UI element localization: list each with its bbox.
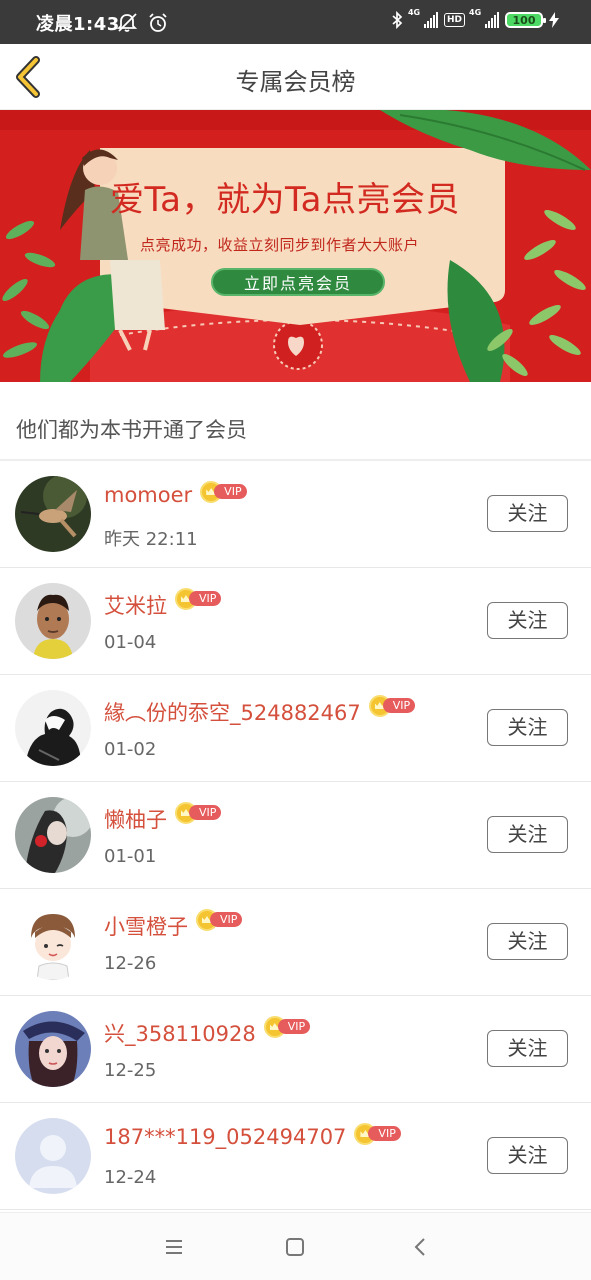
follow-button[interactable]: 关注 bbox=[487, 709, 568, 746]
back-triangle-icon bbox=[414, 1238, 425, 1256]
system-nav-bar bbox=[0, 1212, 591, 1280]
vip-badge: VIP bbox=[175, 802, 225, 824]
member-date: 昨天 22:11 bbox=[104, 529, 198, 550]
cartoon-kid-avatar bbox=[15, 904, 91, 980]
notifications-off-icon bbox=[116, 13, 138, 32]
avatar[interactable] bbox=[15, 1118, 91, 1194]
follow-button[interactable]: 关注 bbox=[487, 816, 568, 853]
status-time: 凌晨1:43 bbox=[36, 14, 120, 35]
girl-with-apple-avatar bbox=[15, 797, 91, 873]
member-date: 12-24 bbox=[104, 1167, 157, 1188]
hd-icon: HD bbox=[443, 13, 465, 27]
member-row[interactable]: 懒柚子 VIP 01-01 关注 bbox=[0, 782, 591, 889]
woman-portrait-avatar bbox=[15, 1011, 91, 1087]
member-name: 緣︵份的忝空_524882467 bbox=[104, 701, 361, 725]
vip-badge: VIP bbox=[368, 695, 419, 717]
signal-icon-2: 4G bbox=[469, 8, 499, 28]
dark-figure-avatar bbox=[15, 690, 91, 766]
vip-badge: VIP bbox=[175, 588, 225, 610]
banner-title: 爱Ta，就为Ta点亮会员 bbox=[110, 180, 460, 220]
follow-button[interactable]: 关注 bbox=[487, 923, 568, 960]
member-name: 187***119_052494707 bbox=[104, 1125, 347, 1149]
member-row[interactable]: 兴_358110928 VIP 12-25 关注 bbox=[0, 996, 591, 1103]
member-date: 01-01 bbox=[104, 846, 157, 867]
vip-badge: VIP bbox=[263, 1016, 314, 1038]
avatar[interactable] bbox=[15, 690, 91, 766]
man-portrait-avatar bbox=[15, 583, 91, 659]
bluetooth-icon bbox=[392, 11, 403, 29]
member-row[interactable]: momoer VIP 昨天 22:11 关注 bbox=[0, 461, 591, 568]
vip-badge: VIP bbox=[200, 481, 250, 503]
member-row[interactable]: 187***119_052494707 VIP 12-24 关注 bbox=[0, 1103, 591, 1210]
signal-icon: 4G bbox=[408, 8, 438, 28]
page-title: 专属会员榜 bbox=[235, 68, 356, 96]
member-date: 12-25 bbox=[104, 1060, 157, 1081]
hummingbird-avatar bbox=[15, 476, 91, 552]
member-name: 小雪橙子 bbox=[104, 915, 188, 939]
follow-button[interactable]: 关注 bbox=[487, 602, 568, 639]
default-user-avatar bbox=[15, 1118, 91, 1194]
member-row[interactable]: 小雪橙子 VIP 12-26 关注 bbox=[0, 889, 591, 996]
charging-icon bbox=[549, 12, 559, 28]
section-heading: 他们都为本书开通了会员 bbox=[16, 418, 247, 442]
avatar[interactable] bbox=[15, 476, 91, 552]
member-name: 兴_358110928 bbox=[104, 1022, 256, 1046]
member-row[interactable]: 緣︵份的忝空_524882467 VIP 01-02 关注 bbox=[0, 675, 591, 782]
status-bar: 凌晨1:43 4G HD 4G 100 bbox=[0, 0, 591, 44]
member-row[interactable]: 艾米拉 VIP 01-04 关注 bbox=[0, 568, 591, 675]
member-name: 艾米拉 bbox=[104, 594, 167, 618]
follow-button[interactable]: 关注 bbox=[487, 1137, 568, 1174]
avatar[interactable] bbox=[15, 583, 91, 659]
member-name: 懒柚子 bbox=[104, 808, 167, 832]
member-name: momoer bbox=[104, 483, 193, 507]
follow-button[interactable]: 关注 bbox=[487, 1030, 568, 1067]
menu-button[interactable] bbox=[162, 1235, 186, 1259]
avatar[interactable] bbox=[15, 1011, 91, 1087]
avatar[interactable] bbox=[15, 797, 91, 873]
light-up-membership-button[interactable]: 立即点亮会员 bbox=[211, 268, 385, 296]
member-date: 01-02 bbox=[104, 739, 157, 760]
vip-badge: VIP bbox=[354, 1123, 404, 1145]
vip-badge: VIP bbox=[196, 909, 246, 931]
header: 专属会员榜 bbox=[0, 44, 591, 110]
alarm-icon bbox=[149, 13, 167, 32]
nav-back-button[interactable] bbox=[408, 1235, 432, 1259]
member-date: 12-26 bbox=[104, 953, 157, 974]
banner-subtitle: 点亮成功，收益立刻同步到作者大大账户 bbox=[140, 236, 420, 254]
battery-icon: 100 bbox=[505, 12, 546, 28]
home-button[interactable] bbox=[283, 1235, 307, 1259]
menu-icon bbox=[166, 1240, 182, 1254]
avatar[interactable] bbox=[15, 904, 91, 980]
member-date: 01-04 bbox=[104, 632, 157, 653]
home-square-icon bbox=[286, 1238, 304, 1256]
promo-banner[interactable]: 爱Ta，就为Ta点亮会员 点亮成功，收益立刻同步到作者大大账户 立即点亮会员 bbox=[0, 110, 591, 382]
follow-button[interactable]: 关注 bbox=[487, 495, 568, 532]
